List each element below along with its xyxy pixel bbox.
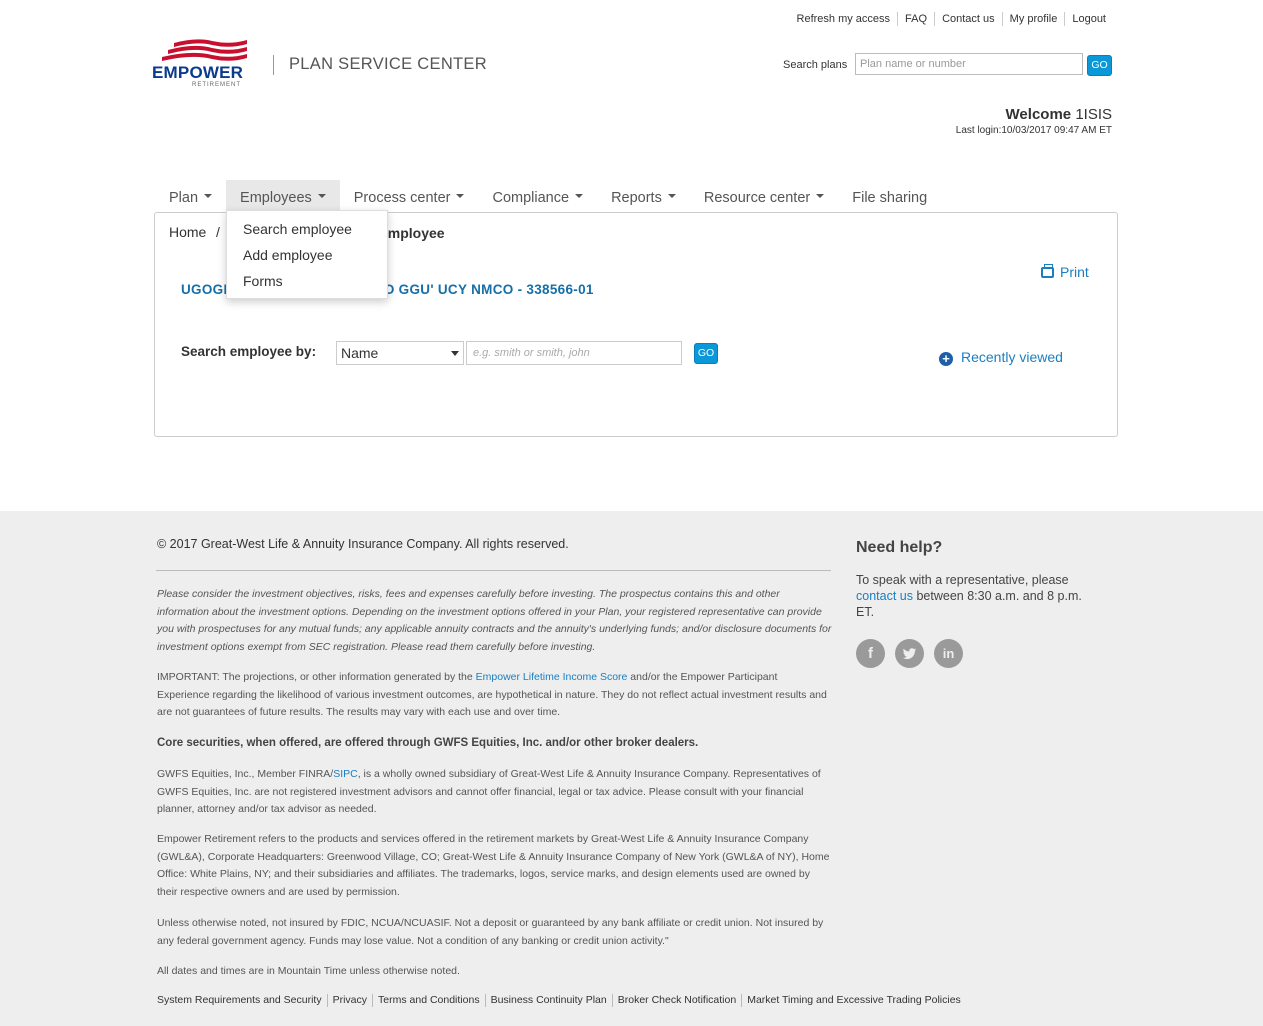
help-title: Need help?	[856, 539, 943, 556]
contact-us-link[interactable]: Contact us	[934, 12, 1002, 26]
nav-employees[interactable]: Employees	[226, 180, 340, 213]
logo-subtitle: RETIREMENT	[192, 82, 241, 88]
logout-link[interactable]: Logout	[1064, 12, 1113, 26]
printer-icon	[1041, 264, 1054, 278]
search-by-value: Name	[341, 345, 379, 361]
welcome-label: Welcome	[1005, 106, 1072, 123]
caret-down-icon	[667, 194, 676, 199]
disclosure-gwfs: GWFS Equities, Inc., Member FINRA/SIPC, …	[157, 766, 832, 819]
nav-file-sharing-label: File sharing	[852, 190, 928, 206]
print-link[interactable]: Print	[1041, 264, 1089, 280]
footer-link-privacy[interactable]: Privacy	[326, 994, 372, 1007]
search-plans-go-button[interactable]: GO	[1087, 55, 1112, 76]
linkedin-icon[interactable]: in	[934, 639, 963, 668]
empower-logo[interactable]: EMPOWER RETIREMENT	[152, 37, 252, 89]
breadcrumb-home[interactable]: Home	[169, 224, 206, 240]
print-label: Print	[1060, 264, 1089, 280]
refresh-access-link[interactable]: Refresh my access	[790, 12, 898, 26]
nav-reports-label: Reports	[611, 190, 662, 206]
footer-link-market-timing[interactable]: Market Timing and Excessive Trading Poli…	[741, 994, 966, 1007]
nav-plan-label: Plan	[169, 190, 199, 206]
sipc-link[interactable]: SIPC	[333, 768, 358, 780]
main-nav: Plan Employees Process center Compliance…	[155, 180, 941, 213]
help-text-a: To speak with a representative, please	[856, 573, 1069, 587]
search-plans-label: Search plans	[783, 59, 848, 71]
disclosure-projections-text-a: IMPORTANT: The projections, or other inf…	[157, 671, 476, 683]
caret-down-icon	[816, 194, 825, 199]
plus-circle-icon: +	[939, 352, 953, 366]
menu-item-add-employee[interactable]: Add employee	[227, 246, 387, 272]
footer-link-system-requirements[interactable]: System Requirements and Security	[157, 994, 327, 1007]
twitter-bird-glyph	[902, 648, 917, 660]
utility-links: Refresh my access FAQ Contact us My prof…	[790, 12, 1113, 26]
nav-compliance[interactable]: Compliance	[478, 180, 597, 213]
search-by-label: Search employee by:	[181, 344, 317, 359]
footer-link-terms[interactable]: Terms and Conditions	[372, 994, 485, 1007]
disclosure-core-securities: Core securities, when offered, are offer…	[157, 737, 699, 749]
footer-divider	[156, 570, 831, 571]
copyright: © 2017 Great-West Life & Annuity Insuran…	[157, 537, 569, 551]
search-by-select[interactable]: Name	[336, 341, 464, 365]
last-login: Last login:10/03/2017 09:47 AM ET	[955, 125, 1112, 136]
disclosure-gwfs-text-a: GWFS Equities, Inc., Member FINRA/	[157, 768, 334, 780]
nav-resource-center[interactable]: Resource center	[690, 180, 838, 213]
logo-divider	[273, 55, 274, 75]
plan-name-prefix: UGOGI	[181, 282, 228, 297]
faq-link[interactable]: FAQ	[897, 12, 934, 26]
facebook-icon[interactable]: f	[856, 639, 885, 668]
breadcrumb-current: employee	[380, 225, 445, 241]
nav-resource-center-label: Resource center	[703, 190, 811, 206]
plan-name-suffix: SO GGU' UCY NMCO - 338566-01	[374, 282, 594, 297]
my-profile-link[interactable]: My profile	[1001, 12, 1065, 26]
caret-down-icon	[456, 194, 465, 199]
nav-compliance-label: Compliance	[492, 190, 570, 206]
nav-employees-label: Employees	[240, 190, 312, 206]
nav-process-center[interactable]: Process center	[340, 180, 479, 213]
nav-process-center-label: Process center	[353, 190, 451, 206]
recently-viewed-link[interactable]: + Recently viewed	[939, 349, 1063, 366]
employees-dropdown: Search employee Add employee Forms	[226, 210, 388, 299]
footer-links: System Requirements and Security Privacy…	[157, 994, 966, 1007]
disclosure-projections: IMPORTANT: The projections, or other inf…	[157, 669, 832, 722]
menu-item-forms[interactable]: Forms	[227, 272, 387, 298]
nav-plan[interactable]: Plan	[155, 180, 226, 213]
app-title: PLAN SERVICE CENTER	[289, 55, 487, 73]
footer-link-business-continuity[interactable]: Business Continuity Plan	[484, 994, 612, 1007]
help-contact-link[interactable]: contact us	[856, 589, 913, 603]
dropdown-arrow-icon	[451, 351, 459, 356]
welcome-message: Welcome 1ISIS	[1006, 106, 1112, 123]
help-text: To speak with a representative, please co…	[856, 572, 1101, 620]
menu-item-search-employee[interactable]: Search employee	[227, 220, 387, 246]
breadcrumb-separator: /	[216, 224, 220, 240]
caret-down-icon	[204, 194, 213, 199]
caret-down-icon	[575, 194, 584, 199]
caret-down-icon	[317, 194, 326, 199]
lifetime-income-score-link[interactable]: Empower Lifetime Income Score	[476, 671, 628, 683]
welcome-user: 1ISIS	[1075, 106, 1112, 123]
disclosure-insurance: Unless otherwise noted, not insured by F…	[157, 917, 824, 947]
nav-file-sharing[interactable]: File sharing	[838, 180, 941, 213]
twitter-icon[interactable]	[895, 639, 924, 668]
logo-wordmark: EMPOWER	[152, 63, 244, 82]
disclosure-empower: Empower Retirement refers to the product…	[157, 833, 830, 899]
disclosure-time: All dates and times are in Mountain Time…	[157, 965, 460, 977]
disclosure-investment: Please consider the investment objective…	[157, 588, 832, 654]
employee-search-go-button[interactable]: GO	[694, 343, 718, 364]
footer: © 2017 Great-West Life & Annuity Insuran…	[0, 511, 1263, 1026]
nav-reports[interactable]: Reports	[597, 180, 690, 213]
employee-search-input[interactable]	[466, 341, 682, 365]
footer-link-broker-check[interactable]: Broker Check Notification	[611, 994, 741, 1007]
recently-viewed-label: Recently viewed	[961, 349, 1063, 365]
search-plans-input[interactable]	[855, 53, 1083, 75]
